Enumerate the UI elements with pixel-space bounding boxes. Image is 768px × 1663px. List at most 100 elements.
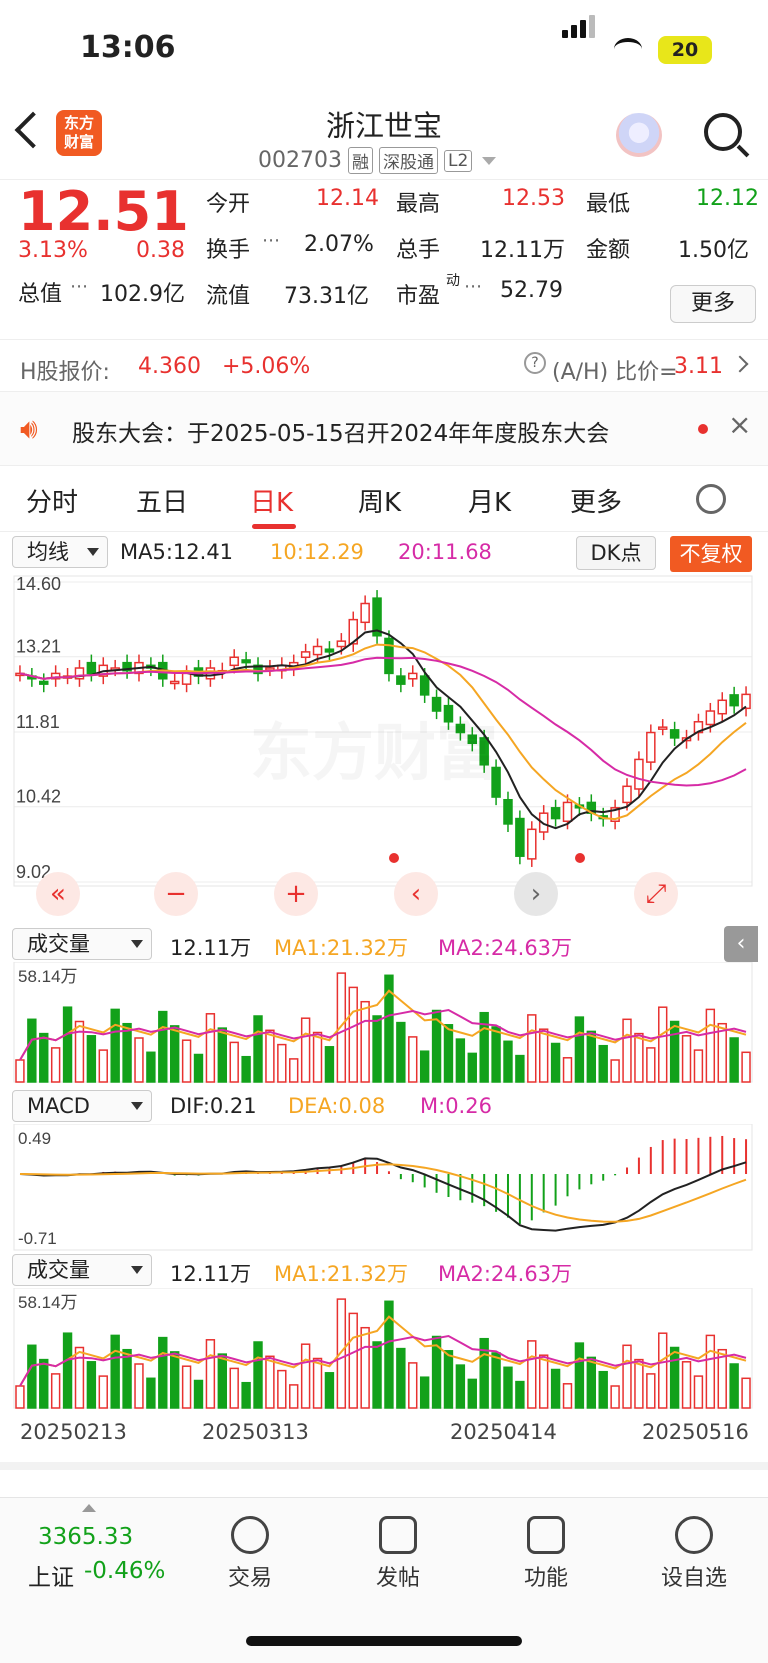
help-icon[interactable]: ? <box>524 352 546 374</box>
volume-bar <box>324 1046 335 1083</box>
macd-selector[interactable]: MACD <box>12 1090 152 1122</box>
tab-five-day[interactable]: 五日 <box>136 482 188 519</box>
candle-body <box>39 680 49 685</box>
zoom-in-icon[interactable]: + <box>274 872 318 916</box>
vol-top-label: 58.14万 <box>18 967 78 986</box>
volume-bar <box>277 1043 287 1083</box>
tag-margin: 融 <box>347 147 373 174</box>
volume-value: 12.11万 <box>170 936 252 960</box>
candle-body <box>729 694 739 707</box>
volume-bar <box>693 1375 704 1409</box>
volume-selector-2[interactable]: 成交量 <box>12 1254 152 1286</box>
fullscreen-icon[interactable]: ⤢ <box>634 872 678 916</box>
info-icon[interactable]: ⋯ <box>262 230 280 251</box>
turnover-label: 换手 <box>206 238 251 263</box>
tab-daily-k[interactable]: 日K <box>250 482 293 519</box>
info-icon[interactable]: ⋯ <box>70 276 88 297</box>
candle-body <box>300 651 311 659</box>
volume-bar <box>312 1357 323 1409</box>
add-watchlist-button[interactable]: 设自选 <box>644 1516 744 1592</box>
no-adjust-button[interactable]: 不复权 <box>670 536 752 572</box>
candle-body <box>324 648 335 653</box>
volume-bar <box>50 1047 61 1083</box>
volume-bar <box>538 1028 549 1083</box>
volume-bar <box>491 1352 501 1409</box>
volume-bar <box>741 1377 751 1409</box>
candle-body <box>550 807 561 820</box>
close-icon[interactable]: × <box>728 408 751 441</box>
volume-bar <box>658 1006 668 1083</box>
volume-bar <box>229 1367 239 1409</box>
amount-label: 金额 <box>586 238 631 263</box>
volume-bar <box>729 1363 739 1409</box>
edit-icon <box>379 1516 417 1554</box>
tab-monthly-k[interactable]: 月K <box>468 482 511 519</box>
collapse-icon[interactable]: ‹ <box>724 926 758 962</box>
hshare-row[interactable]: H股报价: 4.360 +5.06% ? (A/H) 比价= 3.11 <box>0 340 768 392</box>
candle-body <box>646 731 656 763</box>
next-icon[interactable]: › <box>514 872 558 916</box>
zoom-out-icon[interactable]: − <box>154 872 198 916</box>
volume-bar <box>86 1361 97 1409</box>
macd-line <box>19 1163 747 1223</box>
pe-label: 市盈 <box>396 284 441 309</box>
volume-bar <box>527 1014 537 1083</box>
volume-bar <box>586 1356 597 1409</box>
volume-bar <box>300 1343 311 1409</box>
volume-bar <box>598 1044 608 1083</box>
volume-bar <box>550 1368 561 1409</box>
volume-selector[interactable]: 成交量 <box>12 928 152 960</box>
volume-bar <box>491 1026 501 1083</box>
volume-bar <box>86 1035 97 1083</box>
open-value: 12.14 <box>316 186 379 211</box>
tab-weekly-k[interactable]: 周K <box>358 482 401 519</box>
volume-bar <box>598 1370 608 1409</box>
wifi-icon <box>614 38 642 60</box>
vol-ma2: MA2:24.63万 <box>438 936 573 960</box>
prev-icon[interactable]: ‹ <box>394 872 438 916</box>
status-bar: 13:06 20 <box>0 0 768 95</box>
index-name[interactable]: 上证 <box>28 1558 74 1592</box>
functions-button[interactable]: 功能 <box>496 1516 596 1592</box>
candle-body <box>717 699 727 715</box>
volume-bar <box>467 1052 477 1083</box>
volume-bar <box>360 1326 370 1409</box>
candle-body <box>384 637 394 675</box>
candle-body <box>527 828 537 860</box>
tab-intraday[interactable]: 分时 <box>26 482 78 519</box>
volume-bar <box>550 1042 561 1083</box>
notice-bar[interactable]: 🔊︎ 股东大会：于2025-05-15召开2024年年度股东大会 × <box>0 392 768 466</box>
change-pct: 3.13% <box>18 238 88 263</box>
volume-legend-2: 成交量 12.11万 MA1:21.32万 MA2:24.63万 <box>0 1252 768 1288</box>
m-value: M:0.26 <box>420 1094 492 1118</box>
volume-bar <box>98 1375 108 1409</box>
volume-bar <box>574 1342 585 1409</box>
volume-bar <box>146 1051 156 1083</box>
index-pct[interactable]: -0.46% <box>84 1558 165 1584</box>
dk-point-button[interactable]: DK点 <box>576 536 656 570</box>
volume-bar <box>467 1378 477 1409</box>
volume-chart-2: 58.14万 <box>13 1288 753 1409</box>
post-button[interactable]: 发帖 <box>348 1516 448 1592</box>
trade-button[interactable]: 交易 <box>200 1516 300 1592</box>
chart-frame <box>13 1124 753 1251</box>
chart-tabs: 分时 五日 日K 周K 月K 更多 <box>0 466 768 532</box>
ma5-value: MA5:12.41 <box>120 540 234 564</box>
gear-icon[interactable] <box>696 484 726 514</box>
chevron-down-icon <box>482 156 497 165</box>
index-value[interactable]: 3365.33 <box>38 1524 133 1550</box>
tab-more[interactable]: 更多 <box>570 482 622 519</box>
more-button[interactable]: 更多 <box>670 285 756 323</box>
ma-selector[interactable]: 均线 <box>12 536 108 568</box>
volume-bar <box>646 1047 656 1083</box>
assistant-robot-icon[interactable] <box>616 113 662 157</box>
info-icon[interactable]: ⋯ <box>464 276 482 297</box>
volume-bar <box>169 1025 180 1083</box>
low-label: 最低 <box>586 192 631 217</box>
stock-code-row[interactable]: 002703 融 深股通 L2 <box>258 147 497 174</box>
volume-bar <box>669 1346 680 1409</box>
candle-body <box>622 785 632 804</box>
search-icon[interactable] <box>704 113 742 151</box>
y-axis-label: 14.60 <box>16 574 61 594</box>
zoom-left-icon[interactable]: « <box>36 872 80 916</box>
